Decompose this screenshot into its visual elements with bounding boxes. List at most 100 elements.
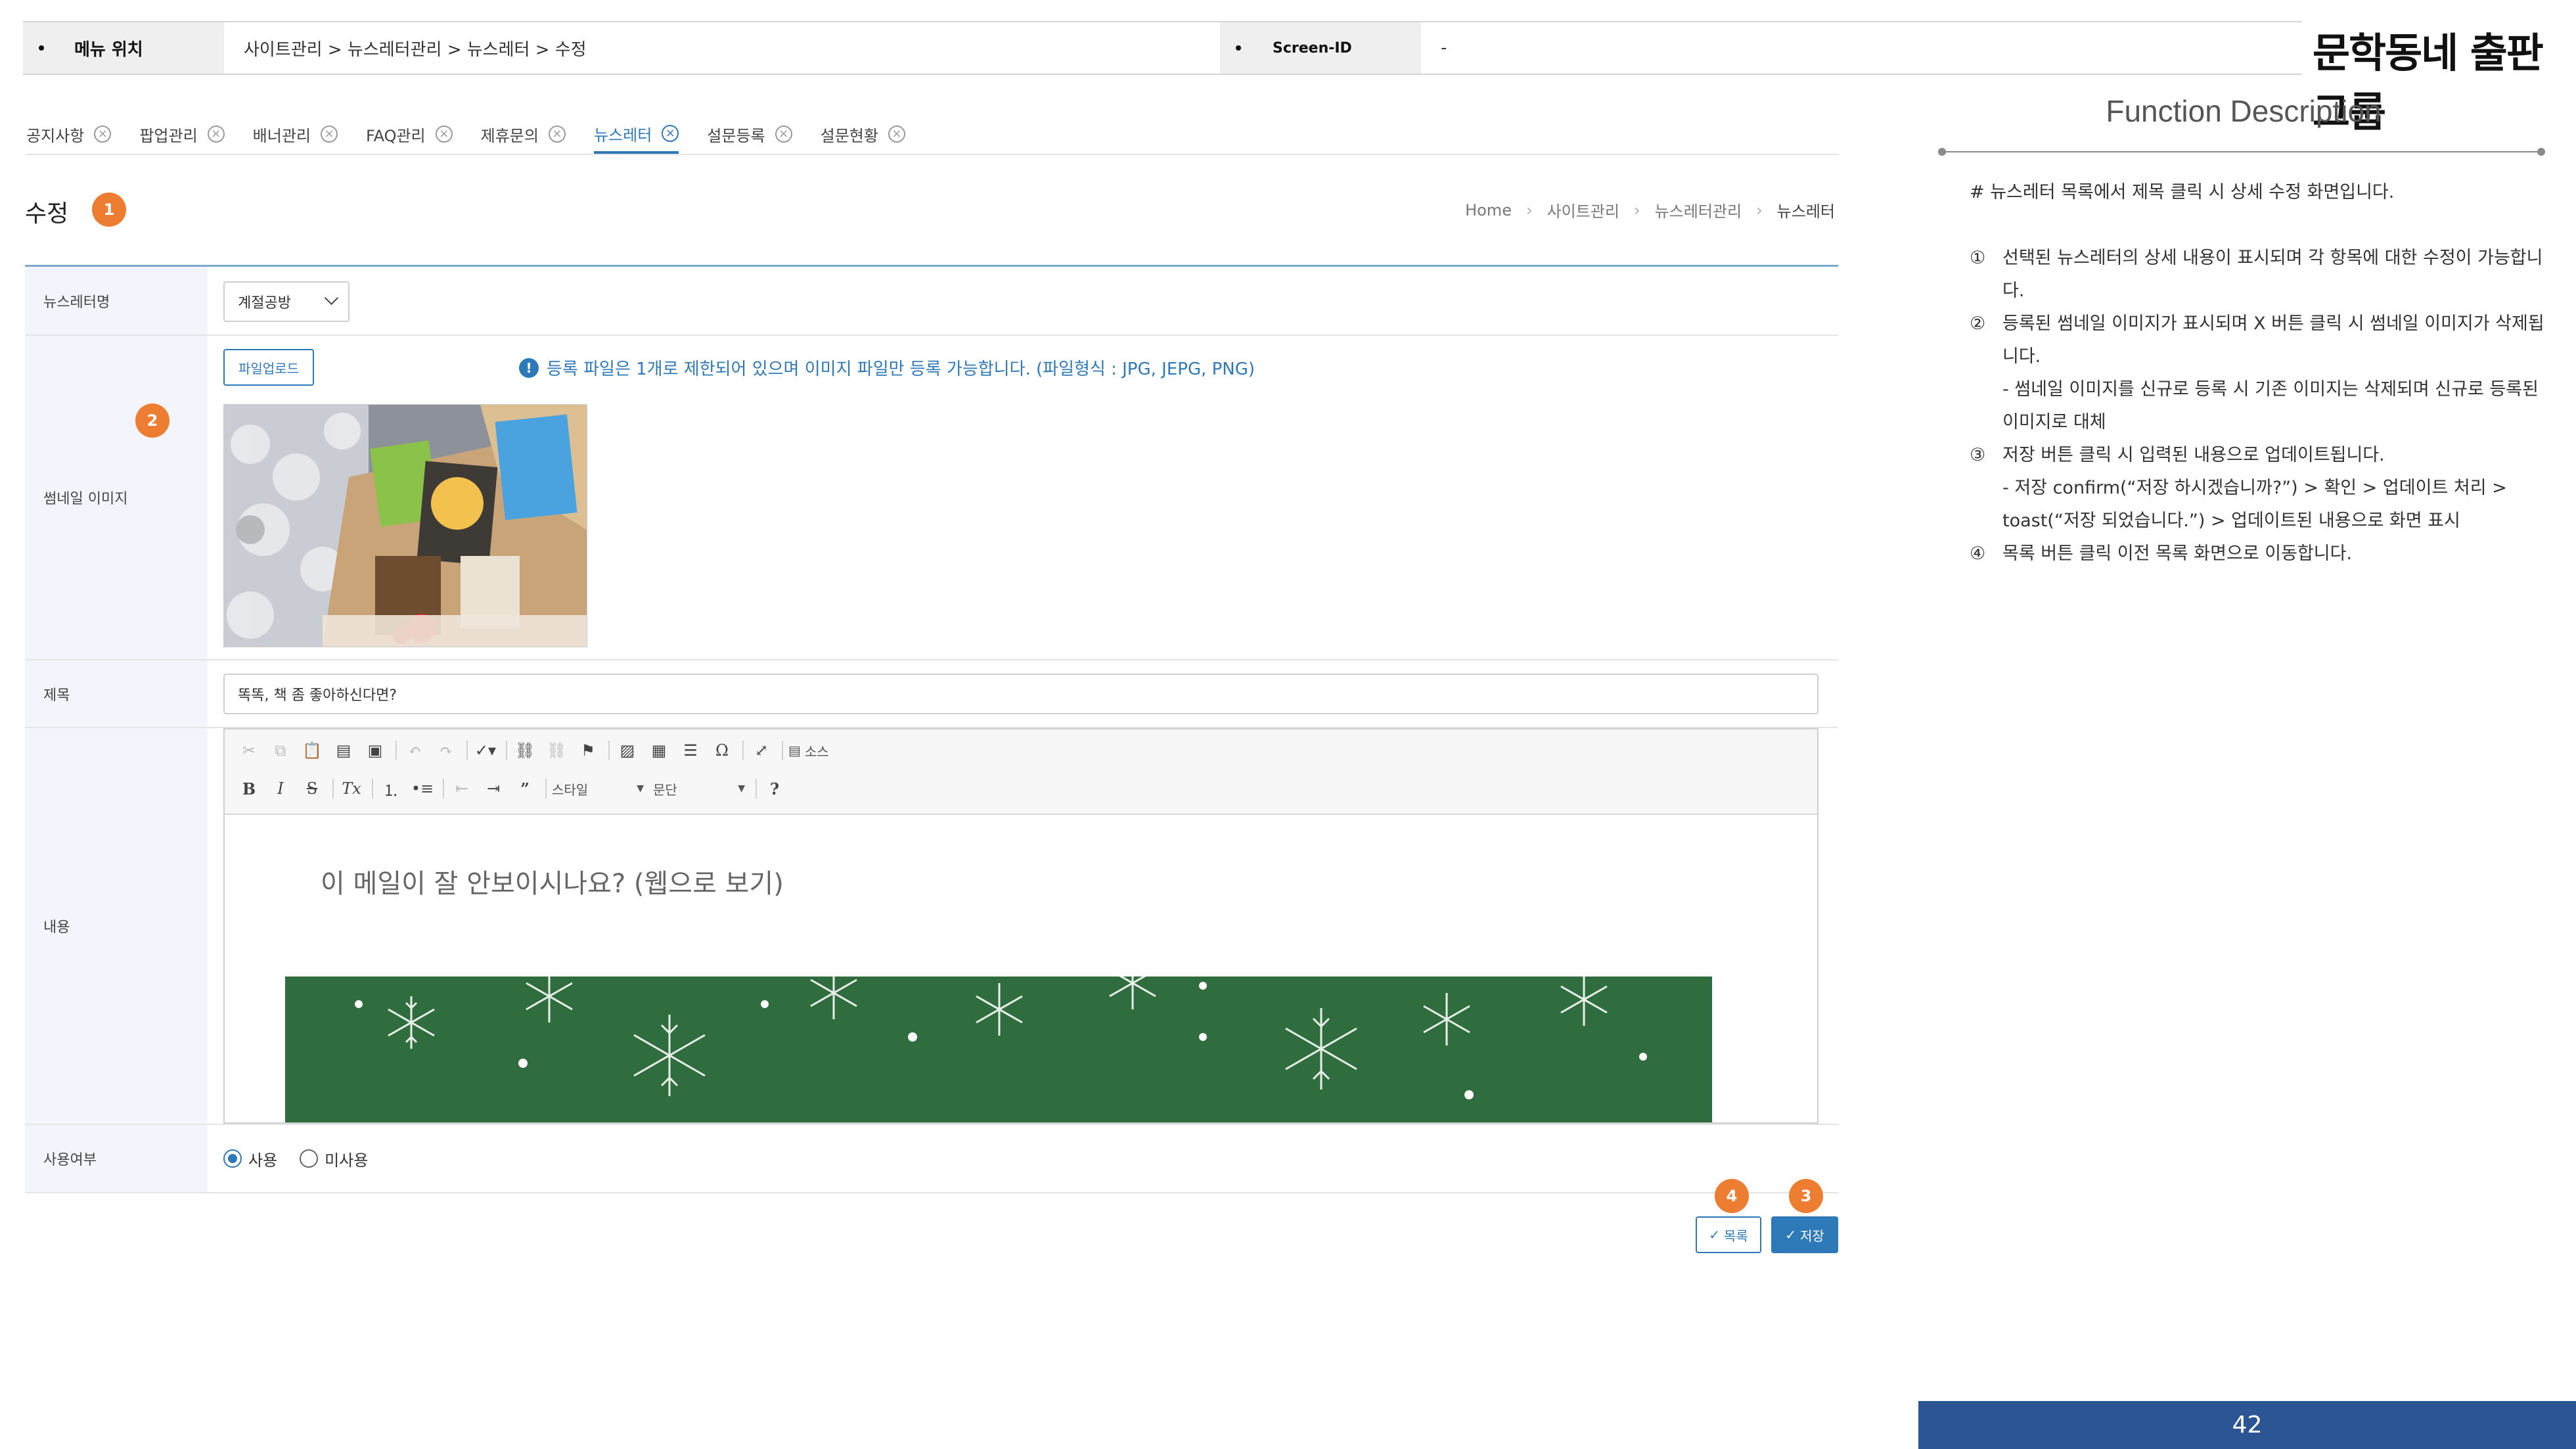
subject-input[interactable]: 똑똑, 책 좀 좋아하신다면? [223, 674, 1819, 714]
save-button[interactable]: ✓ 저장 [1771, 1216, 1838, 1253]
check-icon: ✓ [1785, 1227, 1796, 1243]
close-icon[interactable]: × [775, 126, 792, 143]
cut-icon[interactable]: ✂ [237, 738, 261, 763]
tab-item[interactable]: 제휴문의 × [481, 116, 566, 152]
indent-icon[interactable]: ⇥ [481, 776, 506, 801]
close-icon[interactable]: × [888, 126, 905, 143]
tab-item[interactable]: 뉴스레터 × [593, 116, 679, 154]
row-use: 사용여부 사용 미사용 [25, 1125, 1838, 1193]
item-text: 목록 버튼 클릭 이전 목록 화면으로 이동합니다. [2002, 543, 2353, 564]
style-dropdown[interactable]: 스타일 ▼ [552, 777, 644, 800]
description-intro: # 뉴스레터 목록에서 제목 클릭 시 상세 수정 화면입니다. [1970, 182, 2395, 202]
redo-icon[interactable]: ↷ [434, 738, 459, 763]
menu-location-label: 메뉴 위치 [23, 22, 224, 74]
source-button[interactable]: ▤ 소스 [788, 739, 829, 762]
link-icon[interactable]: ⛓ [512, 738, 537, 763]
item-subtext: - 썸네일 이미지를 신규로 등록 시 기존 이미지는 삭제되며 신규로 등록된… [2002, 379, 2539, 432]
copy-icon[interactable]: ⧉ [268, 738, 293, 763]
radio-label: 미사용 [325, 1151, 369, 1170]
toolbar-separator [756, 779, 757, 798]
thumbnail-image [223, 404, 587, 647]
undo-icon[interactable]: ↶ [402, 738, 427, 763]
tab-item[interactable]: 팝업관리 × [139, 116, 225, 152]
table-icon[interactable]: ▦ [646, 738, 671, 763]
anchor-flag-icon[interactable]: ⚑ [576, 738, 600, 763]
row-thumbnail: 썸네일 이미지 파일업로드 ! 등록 파일은 1개로 제한되어 있으며 이미지 파… [25, 336, 1838, 660]
row-content: 내용 ✂ ⧉ 📋 ▤ ▣ ↶ ↷ ✓▾ ⛓ ⛓ ⚑ ▨ ▦ ☰ Ω ⤢ ▤ 소스… [25, 728, 1838, 1125]
toolbar-separator [782, 741, 783, 760]
unlink-icon[interactable]: ⛓ [544, 738, 569, 763]
editor-content[interactable]: 이 메일이 잘 안보이시나요? (웹으로 보기) [225, 815, 1817, 1122]
tab-item[interactable]: 배너관리 × [253, 116, 338, 152]
item-number: ② [1970, 313, 1986, 334]
screen-id-value: - [1441, 38, 1447, 58]
tab-label: FAQ관리 [365, 126, 426, 145]
bulleted-list-icon[interactable]: •≡ [410, 776, 435, 801]
edit-form: 뉴스레터명 계절공방 썸네일 이미지 파일업로드 ! 등록 파일은 1개로 제한되… [25, 265, 1838, 1193]
italic-icon[interactable]: I [268, 776, 293, 801]
blockquote-icon[interactable]: ” [512, 776, 537, 801]
chevron-right-icon: › [1633, 200, 1640, 219]
close-icon[interactable]: × [320, 126, 338, 143]
remove-format-icon[interactable]: Tx [339, 776, 364, 801]
paragraph-dropdown-label: 문단 [653, 781, 677, 798]
image-icon[interactable]: ▨ [615, 738, 640, 763]
paste-word-icon[interactable]: ▣ [363, 738, 388, 763]
breadcrumb-item[interactable]: 사이트관리 [1547, 198, 1619, 221]
help-icon[interactable]: ? [762, 776, 787, 801]
source-button-label: 소스 [804, 743, 829, 760]
annotation-badge-2: 2 [135, 403, 169, 438]
upload-info-text: 등록 파일은 1개로 제한되어 있으며 이미지 파일만 등록 가능합니다. (파… [547, 359, 1255, 379]
page-title: 수정 [25, 200, 69, 227]
close-icon[interactable]: × [207, 126, 225, 143]
toolbar-separator [742, 741, 744, 760]
paste-icon[interactable]: 📋 [300, 738, 325, 763]
newsletter-select-value: 계절공방 [238, 295, 291, 311]
screen-id-label: Screen-ID [1220, 22, 1421, 74]
close-icon[interactable]: × [435, 126, 453, 143]
chevron-down-icon: ▼ [738, 783, 745, 794]
tab-label: 팝업관리 [139, 126, 198, 145]
special-char-icon[interactable]: Ω [710, 738, 734, 763]
paste-text-icon[interactable]: ▤ [331, 738, 356, 763]
radio-label: 사용 [248, 1151, 278, 1170]
breadcrumb-item[interactable]: 뉴스레터관리 [1655, 198, 1742, 221]
file-upload-button[interactable]: 파일업로드 [223, 349, 314, 386]
tab-label: 뉴스레터 [593, 126, 652, 145]
radio-button[interactable] [223, 1149, 242, 1168]
close-icon[interactable]: × [662, 125, 679, 142]
toolbar-separator [443, 779, 444, 798]
annotation-badge-1: 1 [92, 193, 126, 227]
use-radio-option[interactable]: 사용 [223, 1147, 277, 1170]
item-number: ③ [1970, 445, 1986, 465]
use-radio-option[interactable]: 미사용 [300, 1147, 368, 1170]
breadcrumb-item[interactable]: Home [1465, 201, 1512, 219]
tab-item[interactable]: 설문등록 × [707, 116, 792, 152]
outdent-icon[interactable]: ⇤ [449, 776, 474, 801]
radio-button[interactable] [300, 1149, 319, 1168]
tab-label: 제휴문의 [480, 126, 539, 145]
breadcrumb-item: 뉴스레터 [1776, 202, 1835, 221]
tab-item[interactable]: 설문현황 × [821, 116, 905, 152]
maximize-icon[interactable]: ⤢ [749, 738, 774, 763]
toolbar-separator [332, 779, 334, 798]
tab-item[interactable]: 공지사항 × [26, 116, 112, 152]
newsletter-select[interactable]: 계절공방 [223, 281, 350, 322]
thumbnail-label: 썸네일 이미지 [25, 336, 208, 659]
list-button[interactable]: ✓ 목록 [1696, 1216, 1761, 1253]
screen-id-label-text: Screen-ID [1273, 39, 1352, 57]
style-dropdown-label: 스타일 [552, 781, 589, 798]
paragraph-dropdown[interactable]: 문단 ▼ [653, 777, 745, 800]
bold-icon[interactable]: B [237, 776, 261, 801]
description-item: ① 선택된 뉴스레터의 상세 내용이 표시되며 각 항목에 대한 수정이 가능합니… [1970, 242, 2548, 308]
page-number: 42 [1918, 1401, 2576, 1449]
horizontal-line-icon[interactable]: ☰ [678, 738, 703, 763]
numbered-list-icon[interactable]: ⒈ [378, 776, 403, 801]
strike-icon[interactable]: S [300, 776, 325, 801]
spellcheck-icon[interactable]: ✓▾ [473, 738, 498, 763]
chevron-right-icon: › [1525, 200, 1533, 219]
close-icon[interactable]: × [548, 126, 566, 143]
close-icon[interactable]: × [94, 126, 112, 143]
tab-item[interactable]: FAQ관리 × [366, 116, 453, 152]
toolbar-separator [608, 741, 610, 760]
